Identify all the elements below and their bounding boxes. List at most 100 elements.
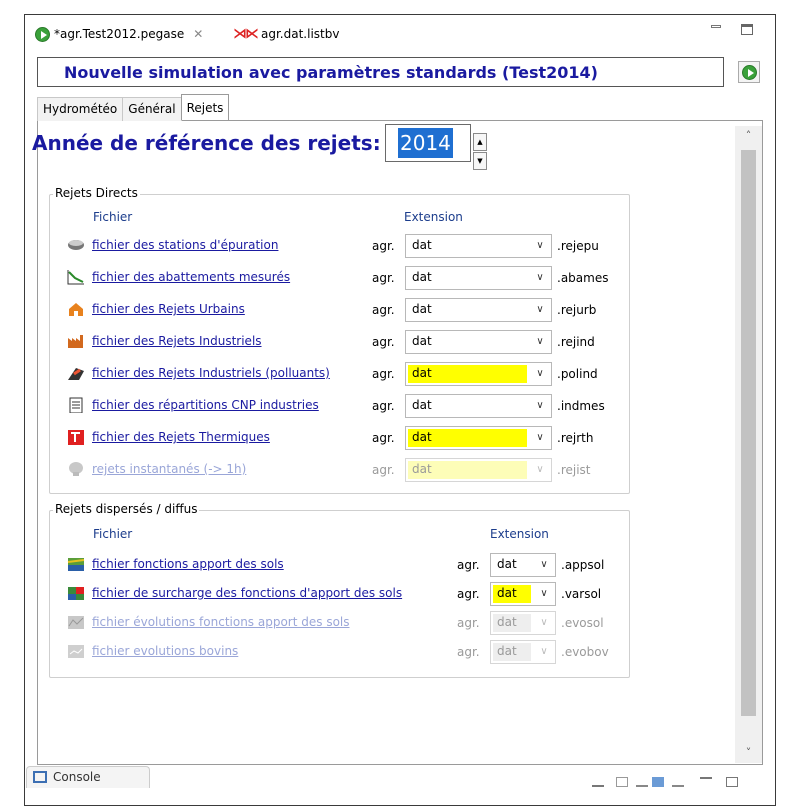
spin-up-icon[interactable]: ▲	[473, 133, 487, 151]
prefix-label: agr.	[372, 399, 395, 413]
maximize-view-icon[interactable]	[726, 777, 738, 787]
extension-suffix: .rejurb	[557, 303, 597, 317]
prefix-label: agr.	[372, 335, 395, 349]
chevron-down-icon[interactable]: ∨	[529, 395, 551, 417]
chevron-down-icon[interactable]: ∨	[533, 554, 555, 576]
open-console-icon[interactable]	[652, 777, 664, 787]
prefix-label: agr.	[372, 431, 395, 445]
run-simulation-button[interactable]	[738, 61, 760, 83]
chevron-down-icon[interactable]: ∨	[529, 331, 551, 353]
rejets-diffus-title: Rejets dispersés / diffus	[53, 502, 200, 516]
file-row: fichier des répartitions CNP industries a…	[0, 394, 792, 418]
file-row: fichier de surcharge des fonctions d'app…	[0, 582, 792, 606]
sub-tab-bar: Hydrométéo Général Rejets	[37, 94, 230, 121]
extension-select[interactable]: dat ∨	[490, 553, 556, 577]
extension-select[interactable]: dat ∨	[405, 394, 552, 418]
file-link[interactable]: fichier de surcharge des fonctions d'app…	[92, 586, 402, 600]
file-link[interactable]: fichier des répartitions CNP industries	[92, 398, 319, 412]
file-row: fichier des Rejets Industriels agr. dat ∨ .r…	[0, 330, 792, 354]
reference-year-value[interactable]: 2014	[398, 128, 453, 158]
tab-hydrometeo[interactable]: Hydrométéo	[37, 97, 124, 121]
thermal-icon	[67, 429, 85, 445]
file-link[interactable]: fichier evolutions bovins	[92, 644, 238, 658]
extension-select[interactable]: dat ∨	[405, 426, 552, 450]
extension-select[interactable]: dat ∨	[405, 298, 552, 322]
extension-select[interactable]: dat ∨	[405, 458, 552, 482]
minimize-view-icon[interactable]	[700, 777, 712, 787]
file-link[interactable]: fichier des Rejets Industriels (polluant…	[92, 366, 330, 380]
tab-rejets[interactable]: Rejets	[180, 94, 230, 120]
editor-tab-pegase[interactable]: *agr.Test2012.pegase ✕	[35, 21, 203, 47]
select-value: dat	[497, 586, 517, 600]
file-row: fichier des abattements mesurés agr. dat ∨.…	[0, 266, 792, 290]
console-tab-label: Console	[53, 770, 101, 784]
file-row: rejets instantanés (-> 1h) agr. dat ∨ .rejis…	[0, 458, 792, 482]
prefix-label: agr.	[457, 616, 480, 630]
simulation-title[interactable]: Nouvelle simulation avec paramètres stan…	[37, 57, 724, 87]
chevron-down-icon[interactable]: ∨	[533, 641, 555, 663]
console-tab[interactable]: Console	[26, 766, 150, 788]
prefix-label: agr.	[372, 271, 395, 285]
file-link[interactable]: fichier des Rejets Urbains	[92, 302, 245, 316]
reference-year-label: Année de référence des rejets:	[32, 131, 381, 155]
house-icon	[67, 301, 85, 317]
chevron-down-icon[interactable]: ∨	[529, 427, 551, 449]
pin-icon[interactable]	[592, 777, 604, 787]
listbv-icon: ⋊⋉	[233, 26, 259, 42]
file-link[interactable]: rejets instantanés (-> 1h)	[92, 462, 246, 476]
file-row: fichier des stations d'épuration agr. dat ∨…	[0, 234, 792, 258]
extension-suffix: .rejepu	[557, 239, 599, 253]
extension-select[interactable]: dat ∨	[405, 330, 552, 354]
editor-tab-listbv[interactable]: ⋊⋉ agr.dat.listbv	[233, 21, 339, 47]
extension-select[interactable]: dat ∨	[405, 266, 552, 290]
spin-down-icon[interactable]: ▼	[473, 152, 487, 170]
extension-suffix: .evosol	[561, 616, 604, 630]
extension-suffix: .rejrth	[557, 431, 594, 445]
select-value: dat	[497, 644, 517, 658]
instant-icon	[67, 461, 85, 477]
chevron-down-icon[interactable]: ∨	[529, 459, 551, 481]
minimize-button[interactable]	[711, 25, 721, 28]
file-link[interactable]: fichier des abattements mesurés	[92, 270, 290, 284]
file-link[interactable]: fichier des Rejets Industriels	[92, 334, 262, 348]
chevron-down-icon[interactable]: ∨	[533, 583, 555, 605]
extension-select[interactable]: dat ∨	[405, 234, 552, 258]
soil-overload-icon	[67, 585, 85, 601]
extension-select[interactable]: dat ∨	[490, 582, 556, 606]
dropdown-icon[interactable]	[636, 777, 648, 787]
display-icon[interactable]	[616, 777, 628, 787]
maximize-button[interactable]	[741, 24, 753, 35]
extension-select[interactable]: dat ∨	[490, 611, 556, 635]
file-row: fichier des Rejets Thermiques agr. dat ∨ .re…	[0, 426, 792, 450]
select-value: dat	[412, 366, 432, 380]
prefix-label: agr.	[372, 239, 395, 253]
chevron-down-icon[interactable]: ∨	[529, 235, 551, 257]
extension-suffix: .abames	[557, 271, 609, 285]
select-value: dat	[412, 430, 432, 444]
close-icon[interactable]: ✕	[193, 27, 203, 41]
document-icon	[67, 397, 85, 414]
column-header-extension: Extension	[404, 210, 463, 224]
file-link[interactable]: fichier des stations d'épuration	[92, 238, 278, 252]
column-header-extension: Extension	[490, 527, 549, 541]
extension-select[interactable]: dat ∨	[490, 640, 556, 664]
dropdown-icon[interactable]	[672, 777, 684, 787]
soil-evolution-icon	[67, 614, 85, 630]
rejets-directs-title: Rejets Directs	[53, 186, 140, 200]
chevron-down-icon[interactable]: ∨	[533, 612, 555, 634]
chevron-down-icon[interactable]: ∨	[529, 363, 551, 385]
select-value: dat	[497, 615, 517, 629]
file-row: fichier evolutions bovins agr. dat ∨ .evobov	[0, 640, 792, 664]
file-link[interactable]: fichier fonctions apport des sols	[92, 557, 284, 571]
file-link[interactable]: fichier évolutions fonctions apport des …	[92, 615, 350, 629]
scroll-up-icon[interactable]: ˄	[735, 126, 762, 146]
tab-general[interactable]: Général	[122, 97, 182, 121]
prefix-label: agr.	[372, 303, 395, 317]
extension-select[interactable]: dat ∨	[405, 362, 552, 386]
chevron-down-icon[interactable]: ∨	[529, 299, 551, 321]
extension-suffix: .evobov	[561, 645, 609, 659]
select-value: dat	[412, 302, 432, 316]
file-link[interactable]: fichier des Rejets Thermiques	[92, 430, 270, 444]
select-value: dat	[412, 238, 432, 252]
chevron-down-icon[interactable]: ∨	[529, 267, 551, 289]
